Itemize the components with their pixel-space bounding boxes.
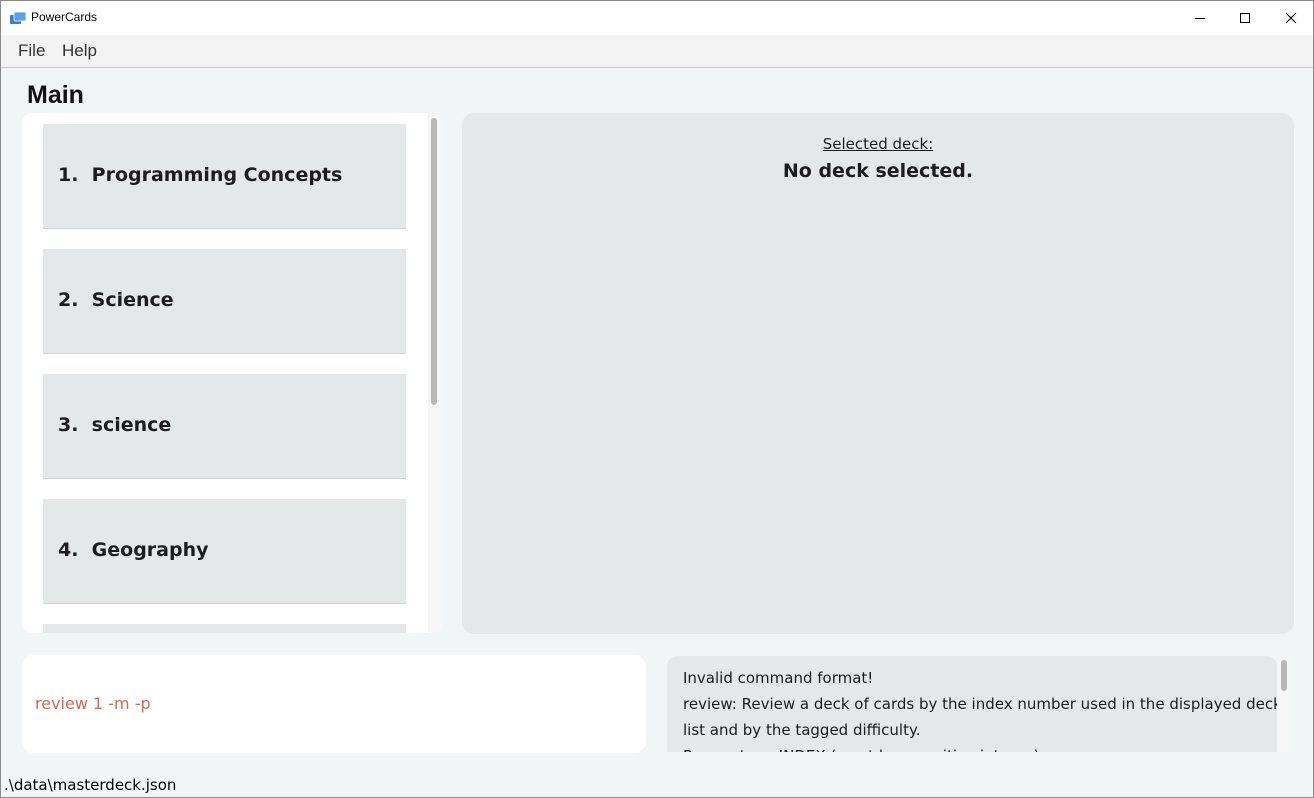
selected-deck-caption: Selected deck: xyxy=(822,135,934,153)
result-line: review: Review a deck of cards by the in… xyxy=(683,695,1277,713)
page-title: Main xyxy=(27,81,84,109)
deck-list-item[interactable]: 1. Programming Concepts xyxy=(43,124,406,229)
selected-deck-value: No deck selected. xyxy=(782,160,974,182)
result-text: Invalid command format! review: Review a… xyxy=(683,665,1277,752)
close-icon xyxy=(1285,12,1297,24)
minimize-icon xyxy=(1195,18,1205,19)
status-file-path: .\data\masterdeck.json xyxy=(4,776,177,794)
app-logo-icon xyxy=(10,12,26,24)
selected-deck-panel: Selected deck: No deck selected. xyxy=(462,113,1294,634)
command-input[interactable] xyxy=(35,694,625,713)
result-line: list and by the tagged difficulty. xyxy=(683,721,921,739)
deck-list-item[interactable]: 3. science xyxy=(43,374,406,479)
deck-list-scroll-thumb[interactable] xyxy=(431,118,437,405)
result-scroll-thumb[interactable] xyxy=(1281,660,1287,691)
status-bar: .\data\masterdeck.json xyxy=(1,773,1313,797)
deck-list-item-label: 4. Geography xyxy=(58,539,209,561)
result-line: Invalid command format! xyxy=(683,669,874,687)
maximize-icon xyxy=(1240,13,1250,23)
minimize-button[interactable] xyxy=(1177,1,1223,35)
menu-file[interactable]: File xyxy=(18,41,45,61)
result-display: Invalid command format! review: Review a… xyxy=(667,656,1277,752)
menu-help[interactable]: Help xyxy=(62,41,97,61)
deck-list-item-partial[interactable] xyxy=(43,624,406,633)
close-button[interactable] xyxy=(1268,1,1313,35)
command-box xyxy=(22,655,646,753)
title-bar: PowerCards xyxy=(1,1,1313,35)
window-title: PowerCards xyxy=(31,10,98,24)
deck-list-item-label: 1. Programming Concepts xyxy=(58,164,343,186)
deck-list-item[interactable]: 4. Geography xyxy=(43,499,406,604)
app-window: PowerCards File Help Main 1. Programming… xyxy=(0,0,1314,798)
result-line: Parameters: INDEX (must be a positive in… xyxy=(683,743,1268,752)
deck-list-item-label: 3. science xyxy=(58,414,172,436)
maximize-button[interactable] xyxy=(1222,1,1268,35)
deck-list-panel: 1. Programming Concepts 2. Science 3. sc… xyxy=(22,113,442,633)
deck-list-item-label: 2. Science xyxy=(58,289,174,311)
menu-bar: File Help xyxy=(1,35,1313,68)
deck-list-item[interactable]: 2. Science xyxy=(43,249,406,354)
